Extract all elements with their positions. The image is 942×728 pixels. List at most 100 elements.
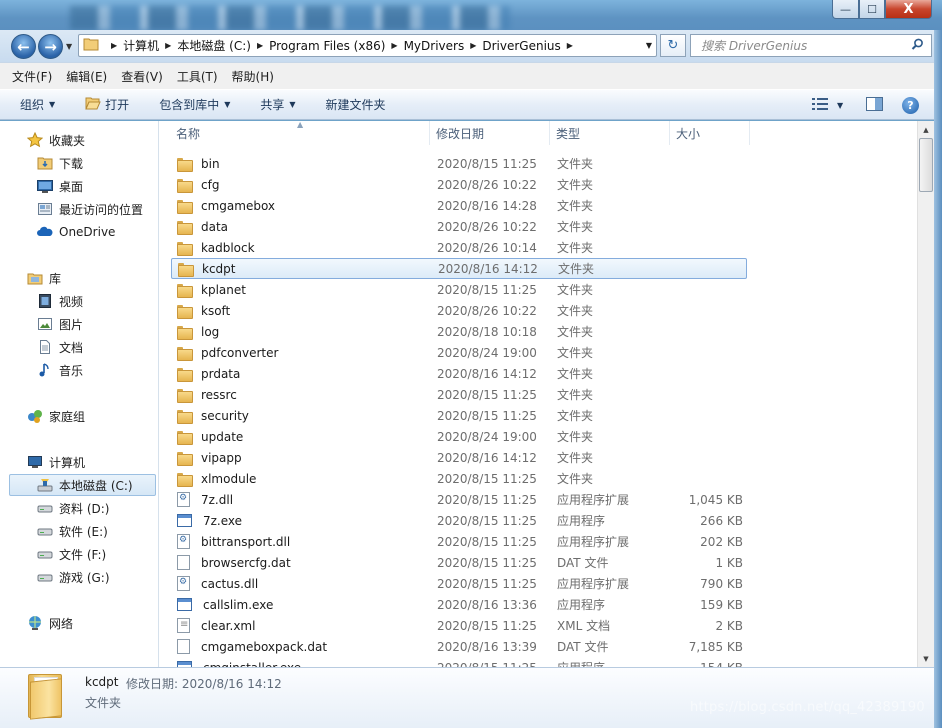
nav-homegroup-label: 家庭组 (49, 409, 86, 424)
file-list: 名称 ▲ 修改日期 类型 大小 bin 2020/8/15 11:25 文件夹 cfg… (159, 121, 917, 667)
file-row[interactable]: cactus.dll 2020/8/15 11:25 应用程序扩展 790 KB (171, 573, 747, 594)
column-header-size[interactable]: 大小 (670, 121, 750, 145)
file-row[interactable]: kcdpt 2020/8/16 14:12 文件夹 (171, 258, 747, 279)
new-folder-button[interactable]: 新建文件夹 (326, 96, 386, 113)
preview-pane-button[interactable] (866, 95, 883, 115)
nav-drive-d[interactable]: 资料 (D:) (37, 497, 109, 519)
search-input[interactable]: 搜索 DriverGenius (701, 37, 911, 54)
file-row[interactable]: cmgamebox 2020/8/16 14:28 文件夹 (171, 195, 747, 216)
refresh-button[interactable]: ↻ (660, 34, 686, 57)
nav-homegroup[interactable]: 家庭组 (27, 405, 85, 427)
file-row[interactable]: security 2020/8/15 11:25 文件夹 (171, 405, 747, 426)
breadcrumb-item[interactable]: Program Files (x86) (269, 39, 385, 53)
search-box[interactable]: 搜索 DriverGenius (690, 34, 932, 57)
file-row[interactable]: log 2020/8/18 10:18 文件夹 (171, 321, 747, 342)
folder-icon (177, 409, 193, 424)
include-in-library-button[interactable]: 包含到库中 ▼ (159, 96, 230, 113)
menu-file[interactable]: 文件(F) (12, 68, 52, 85)
file-row[interactable]: bittransport.dll 2020/8/15 11:25 应用程序扩展 202… (171, 531, 747, 552)
organize-button[interactable]: 组织 ▼ (20, 96, 55, 113)
nav-drive-c[interactable]: 本地磁盘 (C:) (9, 474, 156, 496)
minimize-button[interactable]: — (832, 0, 859, 19)
scroll-down-button[interactable]: ▼ (918, 650, 934, 667)
nav-pictures[interactable]: 图片 (37, 313, 83, 335)
help-button[interactable]: ? (902, 95, 919, 115)
maximize-button[interactable]: ☐ (859, 0, 885, 19)
file-row[interactable]: vipapp 2020/8/16 14:12 文件夹 (171, 447, 747, 468)
nav-music[interactable]: 音乐 (37, 359, 83, 381)
breadcrumb-item[interactable]: MyDrivers (404, 39, 465, 53)
file-row[interactable]: prdata 2020/8/16 14:12 文件夹 (171, 363, 747, 384)
menu-view[interactable]: 查看(V) (121, 68, 163, 85)
recent-pages-dropdown[interactable]: ▼ (66, 42, 72, 51)
menu-bar: 文件(F) 编辑(E) 查看(V) 工具(T) 帮助(H) (0, 62, 942, 89)
search-icon[interactable] (911, 38, 931, 54)
address-bar[interactable]: ▶ 计算机 ▶ 本地磁盘 (C:) ▶ Program Files (x86) ▶ MyDri… (78, 34, 657, 57)
menu-edit[interactable]: 编辑(E) (66, 68, 107, 85)
open-button[interactable]: 打开 (85, 96, 129, 113)
scroll-up-button[interactable]: ▲ (918, 121, 934, 138)
details-pane: kcdpt 修改日期: 2020/8/16 14:12 文件夹 (0, 667, 934, 728)
forward-button[interactable]: → (38, 34, 63, 59)
large-folder-icon (28, 674, 62, 720)
nav-drive-f[interactable]: 文件 (F:) (37, 543, 106, 565)
nav-desktop[interactable]: 桌面 (37, 175, 83, 197)
file-name-cell: kcdpt (172, 262, 430, 277)
nav-libraries[interactable]: 库 (27, 267, 61, 289)
file-row[interactable]: 7z.dll 2020/8/15 11:25 应用程序扩展 1,045 KB (171, 489, 747, 510)
nav-pictures-label: 图片 (59, 317, 84, 332)
breadcrumb-chevron-icon[interactable]: ▶ (391, 41, 397, 50)
breadcrumb-chevron-icon[interactable]: ▶ (257, 41, 263, 50)
file-row[interactable]: callslim.exe 2020/8/16 13:36 应用程序 159 KB (171, 594, 747, 615)
nav-recent-places[interactable]: 最近访问的位置 (37, 198, 143, 220)
menu-help[interactable]: 帮助(H) (232, 68, 274, 85)
breadcrumb-chevron-icon[interactable]: ▶ (567, 41, 573, 50)
address-history-dropdown[interactable]: ▼ (646, 41, 652, 50)
file-row[interactable]: ressrc 2020/8/15 11:25 文件夹 (171, 384, 747, 405)
nav-downloads[interactable]: 下载 (37, 152, 83, 174)
view-options-button[interactable]: ▼ (812, 95, 843, 115)
nav-computer[interactable]: 计算机 (27, 451, 85, 473)
nav-onedrive[interactable]: OneDrive (37, 221, 115, 243)
file-row[interactable]: update 2020/8/24 19:00 文件夹 (171, 426, 747, 447)
breadcrumb-item[interactable]: 本地磁盘 (C:) (177, 37, 251, 54)
file-row[interactable]: cmginstaller.exe2020/8/15 11:25应用程序154 K… (171, 657, 747, 667)
column-header-name[interactable]: 名称 ▲ (159, 121, 430, 145)
nav-videos[interactable]: 视频 (37, 290, 83, 312)
vertical-scrollbar[interactable]: ▲ ▼ (917, 121, 934, 667)
file-row[interactable]: kplanet 2020/8/15 11:25 文件夹 (171, 279, 747, 300)
nav-network[interactable]: 网络 (27, 612, 73, 634)
nav-drive-g[interactable]: 游戏 (G:) (37, 566, 110, 588)
file-row[interactable]: xlmodule 2020/8/15 11:25 文件夹 (171, 468, 747, 489)
file-row[interactable]: 7z.exe 2020/8/15 11:25 应用程序 266 KB (171, 510, 747, 531)
file-row[interactable]: kadblock 2020/8/26 10:14 文件夹 (171, 237, 747, 258)
column-header-modified[interactable]: 修改日期 (430, 121, 550, 145)
nav-favorites[interactable]: 收藏夹 (26, 129, 85, 151)
breadcrumb-chevron-icon[interactable]: ▶ (165, 41, 171, 50)
breadcrumb-item[interactable]: DriverGenius (482, 39, 560, 53)
file-modified: 2020/8/15 11:25 (437, 156, 537, 171)
file-row[interactable]: cfg 2020/8/26 10:22 文件夹 (171, 174, 747, 195)
file-row[interactable]: clear.xml 2020/8/15 11:25 XML 文档 2 KB (171, 615, 747, 636)
scroll-thumb[interactable] (919, 138, 933, 192)
folder-icon (177, 451, 193, 466)
nav-documents[interactable]: 文档 (37, 336, 83, 358)
back-button[interactable]: ← (11, 34, 36, 59)
breadcrumb-chevron-icon[interactable]: ▶ (111, 41, 117, 50)
nav-libraries-label: 库 (49, 271, 62, 286)
share-button[interactable]: 共享 ▼ (260, 96, 295, 113)
column-header-type[interactable]: 类型 (550, 121, 670, 145)
nav-drive-e[interactable]: 软件 (E:) (37, 520, 108, 542)
file-row[interactable]: cmgameboxpack.dat 2020/8/16 13:39 DAT 文件 7,… (171, 636, 747, 657)
file-row[interactable]: ksoft 2020/8/26 10:22 文件夹 (171, 300, 747, 321)
close-button[interactable]: X (885, 0, 932, 19)
breadcrumb-item[interactable]: 计算机 (123, 37, 159, 54)
file-row[interactable]: pdfconverter 2020/8/24 19:00 文件夹 (171, 342, 747, 363)
file-modified: 2020/8/15 11:25 (437, 492, 537, 507)
file-row[interactable]: bin 2020/8/15 11:25 文件夹 (171, 153, 747, 174)
exe-file-icon (177, 598, 192, 611)
breadcrumb-chevron-icon[interactable]: ▶ (470, 41, 476, 50)
file-row[interactable]: data 2020/8/26 10:22 文件夹 (171, 216, 747, 237)
menu-tools[interactable]: 工具(T) (177, 68, 218, 85)
file-row[interactable]: browsercfg.dat 2020/8/15 11:25 DAT 文件 1 KB (171, 552, 747, 573)
